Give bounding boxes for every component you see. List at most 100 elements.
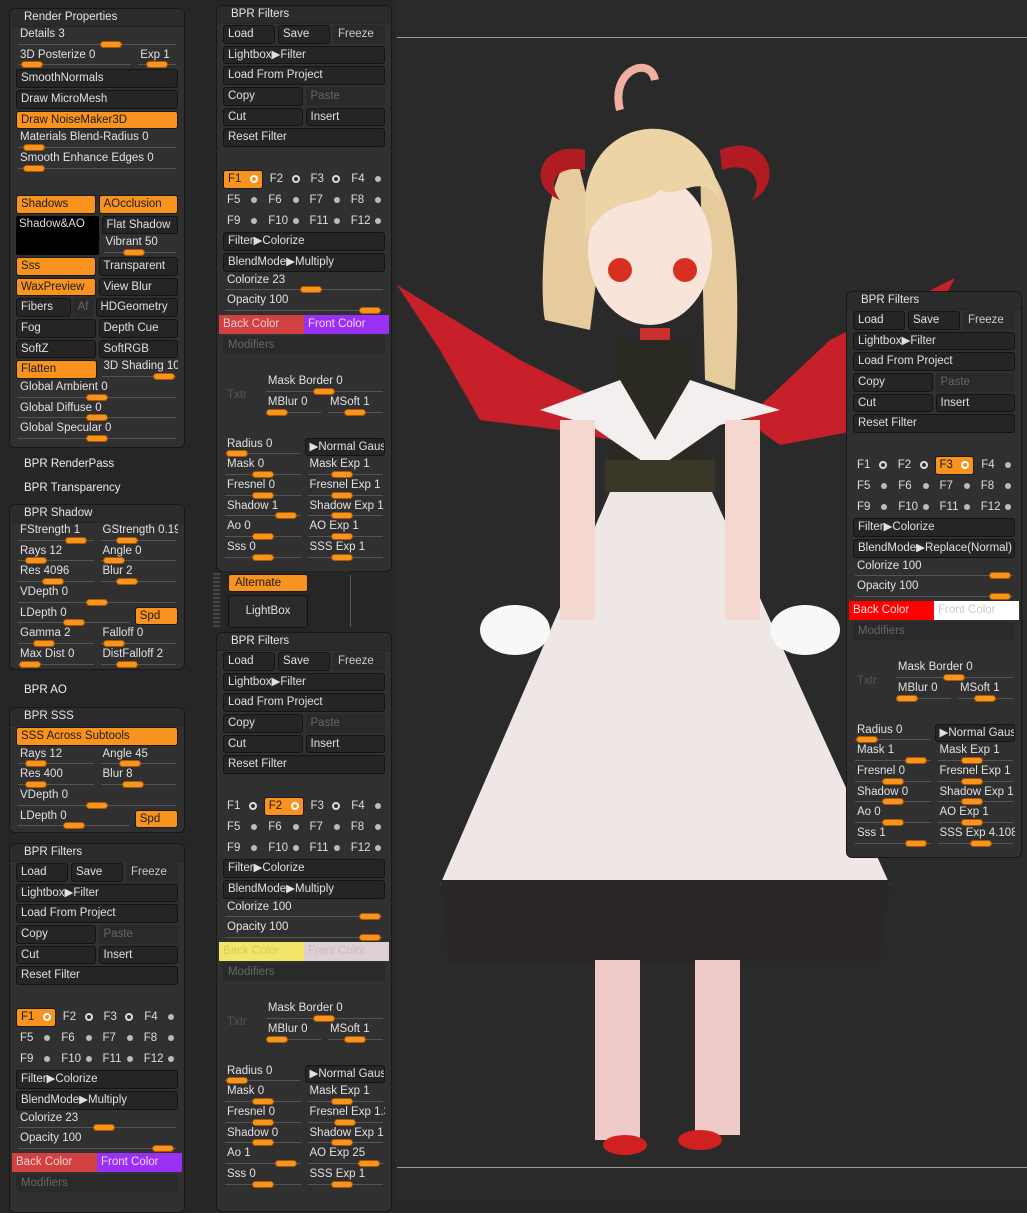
mask-exp-slider[interactable]: Mask Exp 1: [306, 1084, 386, 1106]
blend-mode-button[interactable]: BlendMode▶Multiply: [223, 252, 385, 272]
sss-slider[interactable]: Sss 0: [223, 540, 303, 561]
rays-slider-handle[interactable]: [24, 557, 47, 565]
disabled-dot-icon[interactable]: [375, 824, 381, 831]
blur-slider-handle[interactable]: [115, 578, 138, 586]
freeze-button[interactable]: Freeze: [333, 652, 385, 671]
filter-slot-f1[interactable]: F1: [853, 456, 891, 475]
blur-type-button[interactable]: ▶Normal Gaus: [304, 1064, 385, 1084]
ldepth-slider[interactable]: LDepth 0: [16, 809, 132, 830]
enabled-ring-icon[interactable]: [332, 175, 341, 184]
hdgeometry-button[interactable]: HDGeometry: [95, 298, 178, 317]
filter-slot-f9[interactable]: F9: [223, 212, 261, 231]
radius-slider[interactable]: Radius 0: [223, 437, 302, 458]
filter-slot-f10[interactable]: F10: [894, 498, 932, 517]
softz-button[interactable]: SoftZ: [16, 339, 96, 359]
materials-blend-radius-slider-handle[interactable]: [23, 144, 45, 152]
filter-slot-f5[interactable]: F5: [16, 1029, 54, 1048]
fog-button[interactable]: Fog: [16, 318, 96, 338]
vdepth-slider-handle[interactable]: [86, 801, 108, 809]
fstrength-slider-handle[interactable]: [64, 536, 87, 544]
shadow-ao-color-swatch[interactable]: Shadow&AO: [16, 215, 99, 255]
mask-exp-slider-handle[interactable]: [331, 471, 354, 479]
fresnel-exp-slider-handle[interactable]: [331, 491, 354, 499]
mask-border-slider-handle[interactable]: [943, 674, 966, 681]
opacity-slider-handle[interactable]: [358, 306, 381, 314]
posterize-slider[interactable]: 3D Posterize 0: [16, 48, 133, 69]
af-button[interactable]: Af: [72, 298, 93, 317]
sss-exp-slider-handle[interactable]: [970, 839, 992, 847]
res-slider-handle[interactable]: [24, 781, 47, 789]
fibers-button[interactable]: Fibers: [16, 298, 71, 317]
enabled-ring-icon[interactable]: [332, 802, 341, 811]
disabled-dot-icon[interactable]: [333, 197, 340, 204]
ao-slider-handle[interactable]: [274, 1160, 297, 1168]
disabled-dot-icon[interactable]: [375, 176, 381, 183]
disabled-dot-icon[interactable]: [881, 503, 888, 510]
fresnel-slider[interactable]: Fresnel 0: [853, 764, 933, 785]
filter-slot-f9[interactable]: F9: [853, 498, 891, 517]
radius-slider[interactable]: Radius 0: [223, 1064, 302, 1085]
load-button[interactable]: Load: [223, 25, 275, 44]
filter-slot-f7[interactable]: F7: [306, 818, 344, 837]
vdepth-slider[interactable]: VDepth 0: [16, 585, 178, 606]
radius-slider-handle[interactable]: [225, 1077, 248, 1085]
filter-slot-f8[interactable]: F8: [977, 477, 1015, 496]
shadow-exp-slider[interactable]: Shadow Exp 1: [306, 1126, 386, 1147]
exp-slider[interactable]: Exp 1: [136, 48, 178, 69]
blur-slider-handle[interactable]: [121, 781, 144, 789]
sss-slider[interactable]: Sss 0: [223, 1167, 303, 1188]
colorize-slider-handle[interactable]: [988, 572, 1011, 580]
filter-slot-f9[interactable]: F9: [16, 1050, 54, 1069]
falloff-slider[interactable]: Falloff 0: [99, 626, 179, 648]
across-button[interactable]: SSS Across Subtools: [16, 727, 178, 746]
disabled-dot-icon[interactable]: [85, 1055, 92, 1062]
sss-button[interactable]: Sss: [16, 256, 96, 276]
filter-slot-f10[interactable]: F10: [264, 212, 302, 231]
panel-grip-handle[interactable]: [213, 573, 220, 627]
opacity-slider-handle[interactable]: [151, 1144, 174, 1152]
disabled-dot-icon[interactable]: [333, 824, 340, 831]
ao-slider[interactable]: Ao 0: [853, 805, 933, 827]
fresnel-exp-slider[interactable]: Fresnel Exp 1: [936, 764, 1016, 785]
fresnel-exp-slider-handle[interactable]: [334, 1118, 357, 1126]
front-color-swatch[interactable]: Front Color: [304, 941, 389, 961]
colorize-slider-handle[interactable]: [358, 913, 381, 921]
mask-slider[interactable]: Mask 0: [223, 457, 303, 479]
shading-slider[interactable]: 3D Shading 100: [100, 359, 178, 381]
load-from-project-button[interactable]: Load From Project: [853, 352, 1015, 372]
msoft-slider-handle[interactable]: [344, 1035, 367, 1043]
shadow-slider-handle[interactable]: [251, 1139, 274, 1147]
mask-border-slider-handle[interactable]: [313, 1015, 336, 1022]
dist-falloff-slider-handle[interactable]: [115, 660, 138, 668]
vdepth-slider-handle[interactable]: [86, 598, 108, 606]
mask-slider[interactable]: Mask 1: [853, 743, 933, 765]
disabled-dot-icon[interactable]: [292, 217, 299, 224]
disabled-dot-icon[interactable]: [963, 503, 970, 510]
ao-exp-slider-handle[interactable]: [961, 819, 984, 827]
enabled-ring-icon[interactable]: [249, 175, 258, 184]
filter-slot-f6[interactable]: F6: [57, 1029, 95, 1048]
load-from-project-button[interactable]: Load From Project: [16, 904, 178, 924]
filter-slot-f3[interactable]: F3: [307, 797, 345, 816]
filter-slot-f7[interactable]: F7: [99, 1029, 137, 1048]
load-button[interactable]: Load: [16, 863, 68, 882]
filter-slot-f12[interactable]: F12: [977, 498, 1015, 517]
enabled-ring-icon[interactable]: [125, 1013, 134, 1022]
depth-cue-button[interactable]: Depth Cue: [98, 318, 178, 338]
blend-mode-button[interactable]: BlendMode▶Replace(Normal): [853, 538, 1015, 558]
mblur-slider-handle[interactable]: [265, 408, 288, 416]
ldepth-slider[interactable]: LDepth 0: [16, 606, 132, 627]
enabled-ring-icon[interactable]: [919, 461, 928, 470]
filter-slot-f3[interactable]: F3: [934, 456, 975, 475]
filter-slot-f5[interactable]: F5: [223, 818, 261, 837]
insert-button[interactable]: Insert: [935, 393, 1015, 413]
mblur-slider[interactable]: MBlur 0: [264, 1022, 323, 1043]
fstrength-slider[interactable]: FStrength 1: [16, 523, 96, 544]
filter-slot-f5[interactable]: F5: [853, 477, 891, 496]
mblur-slider[interactable]: MBlur 0: [264, 395, 323, 416]
colorize-slider-handle[interactable]: [300, 286, 322, 294]
shadow-slider[interactable]: Shadow 1: [223, 499, 303, 520]
filter-slot-f12[interactable]: F12: [347, 212, 385, 231]
ldepth-slider-handle[interactable]: [62, 822, 85, 830]
enabled-ring-icon[interactable]: [291, 175, 300, 184]
